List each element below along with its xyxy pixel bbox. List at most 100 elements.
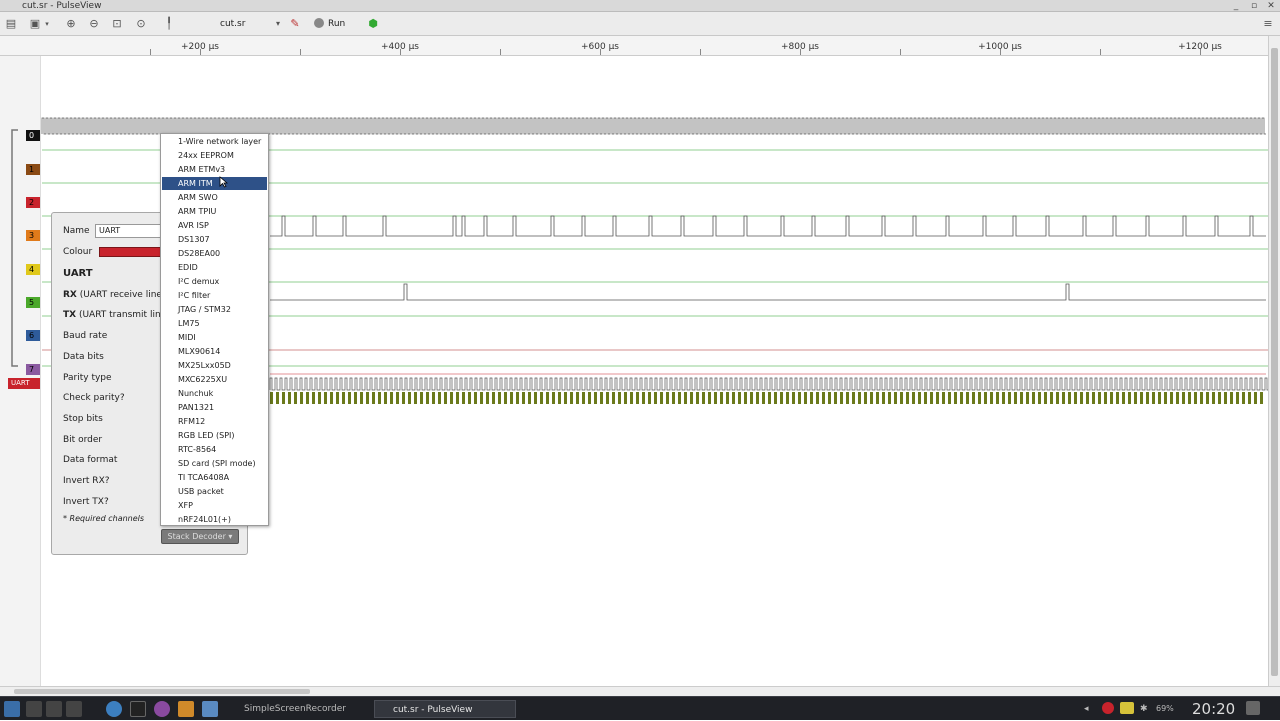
decoder-menu-item[interactable]: TI TCA6408A (162, 471, 267, 484)
decoder-menu-item[interactable]: RTC-8564 (162, 443, 267, 456)
horizontal-scrollbar-thumb[interactable] (14, 689, 310, 694)
maximize-button[interactable]: ▫ (1246, 0, 1262, 12)
time-ruler[interactable]: +200 µs +400 µs +600 µs +800 µs +1000 µs… (0, 36, 1268, 56)
channel-badge-2[interactable]: 2 (26, 197, 40, 208)
name-field[interactable]: UART (95, 224, 165, 238)
files-icon[interactable] (178, 701, 194, 717)
mouse-cursor-icon (219, 176, 228, 188)
uart-annotation-block (486, 392, 489, 404)
editor-icon[interactable] (202, 701, 218, 717)
uart-annotation-block (450, 392, 453, 404)
battery-indicator[interactable]: 69% (1156, 700, 1182, 718)
decoder-menu-item[interactable]: DS1307 (162, 233, 267, 246)
colour-picker[interactable] (99, 247, 165, 257)
decoder-menu-item[interactable]: ARM TPIU (162, 205, 267, 218)
decoder-menu-item[interactable]: JTAG / STM32 (162, 303, 267, 316)
channel-badge-3[interactable]: 3 (26, 230, 40, 241)
decoder-menu-item[interactable]: AVR ISP (162, 219, 267, 232)
uart-annotation-block (1062, 392, 1065, 404)
decoder-menu-item[interactable]: PAN1321 (162, 401, 267, 414)
open-icon[interactable]: ▤ (2, 15, 20, 33)
uart-annotation-block (870, 392, 873, 404)
bluetooth-icon[interactable]: ✱ (1140, 700, 1152, 718)
uart-annotation-block (312, 392, 315, 404)
ruler-minor-tick (700, 49, 701, 55)
zoom-in-icon[interactable]: ⊕ (62, 15, 80, 33)
browser-icon[interactable] (106, 701, 122, 717)
uart-annotation-block (822, 392, 825, 404)
decoder-menu-item[interactable]: MXC6225XU (162, 373, 267, 386)
decoder-menu-item[interactable]: DS28EA00 (162, 247, 267, 260)
decoder-menu-item[interactable]: I²C filter (162, 289, 267, 302)
stack-decoder-button[interactable]: Stack Decoder ▾ (161, 529, 239, 544)
stack-decoder-menu: 1-Wire network layer 24xx EEPROM ARM ETMv3… (160, 133, 269, 526)
show-desktop-icon[interactable] (1246, 701, 1260, 715)
uart-annotation-block (354, 392, 357, 404)
decoder-menu-item[interactable]: I²C demux (162, 275, 267, 288)
decoder-menu-item[interactable]: MX25Lxx05D (162, 359, 267, 372)
uart-annotation-block (288, 392, 291, 404)
decoder-menu-item[interactable]: RFM12 (162, 415, 267, 428)
mail-icon[interactable] (1120, 702, 1134, 714)
decoder-menu-item[interactable]: USB packet (162, 485, 267, 498)
clock[interactable]: 20:20 (1192, 697, 1235, 721)
option-parity-type: Parity type (63, 373, 112, 383)
minimize-button[interactable]: _ (1228, 0, 1244, 12)
channel-badge-1[interactable]: 1 (26, 164, 40, 175)
task-pulseview[interactable]: cut.sr - PulseView (374, 700, 516, 718)
vertical-scrollbar[interactable] (1268, 36, 1280, 686)
start-menu-icon[interactable] (4, 701, 20, 717)
uart-annotation-block (432, 392, 435, 404)
close-button[interactable]: ✕ (1263, 0, 1279, 12)
chevron-down-icon[interactable]: ▾ (42, 15, 52, 33)
decoder-add-icon[interactable]: ⬢ (364, 15, 382, 33)
zoom-one-to-one-icon[interactable]: ⊙ (132, 15, 150, 33)
tray-arrow-icon[interactable]: ◂ (1084, 700, 1096, 718)
option-tx-desc: (UART transmit line) (76, 310, 170, 320)
decoder-menu-item[interactable]: MIDI (162, 331, 267, 344)
uart-annotation-block (756, 392, 759, 404)
option-stop-bits: Stop bits (63, 414, 103, 424)
terminal-icon[interactable] (130, 701, 146, 717)
workspace-2-icon[interactable] (46, 701, 62, 717)
vertical-scrollbar-thumb[interactable] (1271, 48, 1278, 676)
decoder-menu-item[interactable]: ARM ITM (162, 177, 267, 190)
channel-badge-0[interactable]: 0 (26, 130, 40, 141)
workspace-3-icon[interactable] (66, 701, 82, 717)
decoder-menu-item[interactable]: Nunchuk (162, 387, 267, 400)
uart-annotation-block (612, 392, 615, 404)
recording-icon[interactable] (1102, 702, 1114, 714)
app-launcher-icon[interactable] (154, 701, 170, 717)
uart-annotation-block (954, 392, 957, 404)
decoder-menu-item[interactable]: nRF24L01(+) (162, 513, 267, 526)
uart-annotation-block (804, 392, 807, 404)
channel-3-trace (270, 215, 1266, 237)
channel-badge-5[interactable]: 5 (26, 297, 40, 308)
decoder-menu-item[interactable]: RGB LED (SPI) (162, 429, 267, 442)
zoom-out-icon[interactable]: ⊖ (85, 15, 103, 33)
decoder-menu-item[interactable]: 1-Wire network layer (162, 135, 267, 148)
run-button[interactable]: Run (314, 15, 356, 33)
horizontal-scrollbar[interactable] (0, 686, 1280, 696)
decoder-menu-item[interactable]: XFP (162, 499, 267, 512)
task-simplescreenrecorder[interactable]: SimpleScreenRecorder (230, 700, 370, 718)
decoder-menu-item[interactable]: 24xx EEPROM (162, 149, 267, 162)
probe-config-icon[interactable]: ✎ (286, 15, 304, 33)
decoder-menu-item[interactable]: ARM ETMv3 (162, 163, 267, 176)
cursor-icon[interactable]: ╿ (160, 15, 178, 33)
stack-decoder-label: Stack Decoder (167, 532, 226, 541)
uart-annotation-block (276, 392, 279, 404)
decoder-menu-item[interactable]: EDID (162, 261, 267, 274)
decoder-menu-item[interactable]: SD card (SPI mode) (162, 457, 267, 470)
channel-badge-7[interactable]: 7 (26, 364, 40, 375)
decoder-menu-item[interactable]: LM75 (162, 317, 267, 330)
decoder-badge[interactable]: UART (8, 378, 40, 389)
decoder-menu-item[interactable]: ARM SWO (162, 191, 267, 204)
channel-badge-6[interactable]: 6 (26, 330, 40, 341)
channel-badge-4[interactable]: 4 (26, 264, 40, 275)
workspace-1-icon[interactable] (26, 701, 42, 717)
chevron-down-icon[interactable]: ▾ (272, 15, 284, 33)
decoder-menu-item[interactable]: MLX90614 (162, 345, 267, 358)
menu-icon[interactable]: ≡ (1259, 15, 1277, 33)
zoom-fit-icon[interactable]: ⊡ (108, 15, 126, 33)
